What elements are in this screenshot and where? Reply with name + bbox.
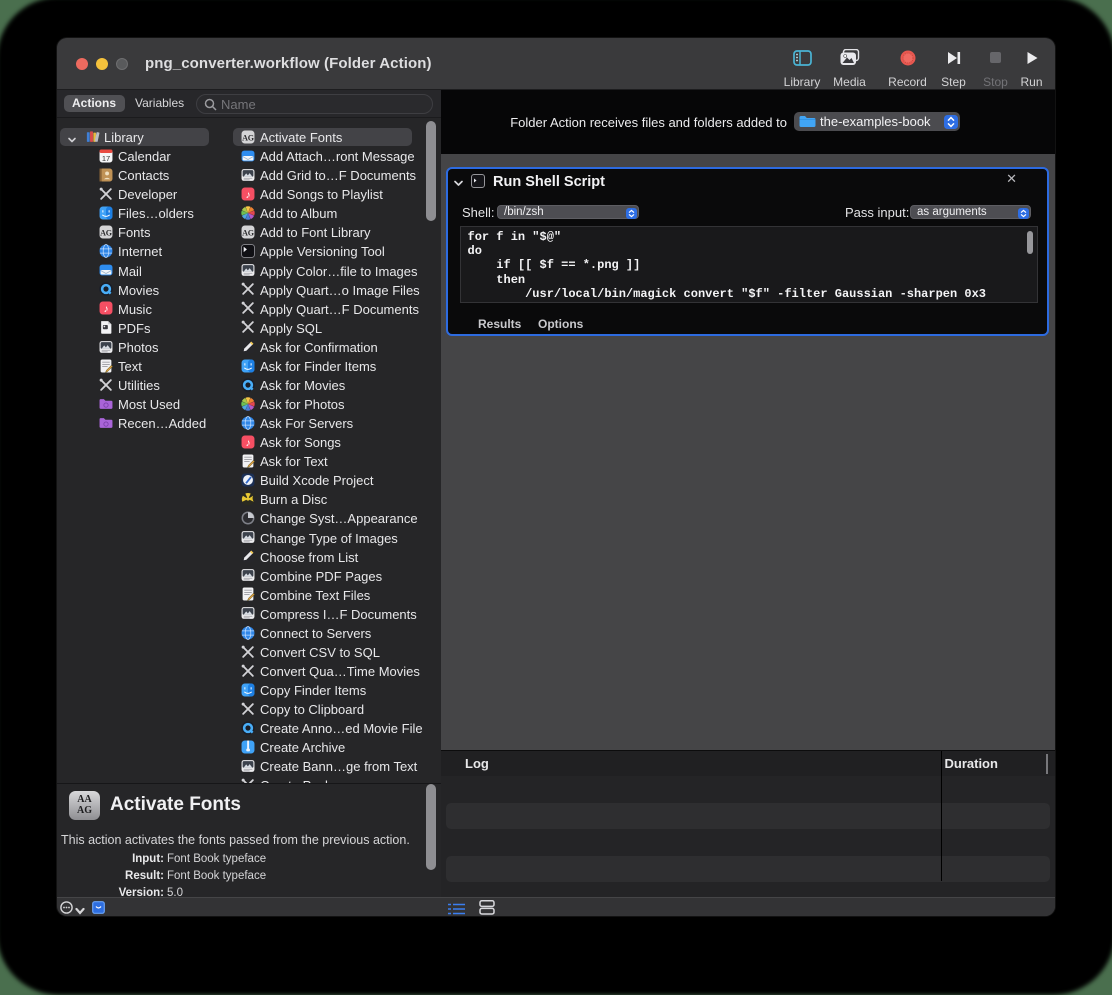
svg-text:G: G — [248, 229, 255, 238]
svg-text:♪: ♪ — [245, 438, 250, 449]
svg-text:♪: ♪ — [245, 190, 250, 201]
svg-text:G: G — [248, 133, 255, 142]
